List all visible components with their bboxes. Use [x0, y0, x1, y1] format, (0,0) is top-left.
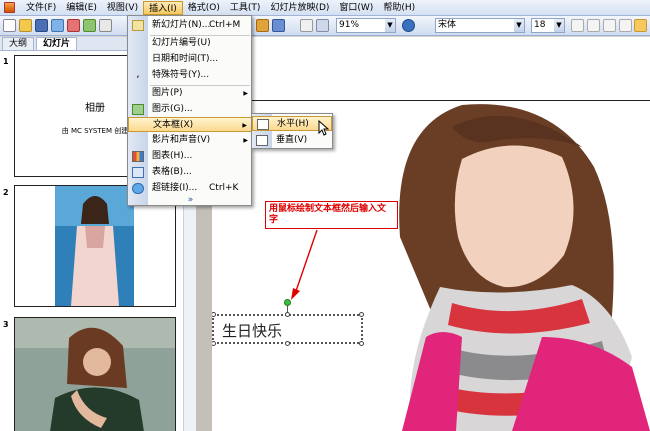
permission-icon[interactable]: [51, 19, 64, 32]
menu-item-label: 影片和声音(V): [152, 135, 211, 145]
new-slide-icon: [132, 20, 144, 31]
menu-item-label: 水平(H): [277, 119, 309, 129]
new-icon[interactable]: [3, 19, 16, 32]
open-icon[interactable]: [19, 19, 32, 32]
slide-number: 1: [3, 57, 9, 66]
menu-item-diagram[interactable]: 图示(G)...: [128, 102, 253, 117]
grid-icon[interactable]: [300, 19, 313, 32]
zoom-select[interactable]: 91% ▼: [336, 18, 396, 33]
textbox-text: 生日快乐: [222, 322, 283, 340]
menu-item-chart[interactable]: 图表(H)...: [128, 149, 253, 164]
zoom-value: 91%: [339, 20, 360, 30]
menu-item-table[interactable]: 表格(B)...: [128, 165, 253, 180]
preview-icon[interactable]: [99, 19, 112, 32]
slide-thumbnail-3[interactable]: [14, 317, 176, 431]
menu-file[interactable]: 文件(F): [21, 1, 61, 15]
slide-number: 3: [3, 320, 9, 329]
vertical-textbox-icon: [256, 135, 268, 146]
submenu-arrow-icon: ▶: [243, 90, 248, 97]
menu-item-symbol[interactable]: , 特殊符号(Y)...: [128, 68, 253, 83]
menu-item-shortcut: Ctrl+M: [209, 20, 241, 30]
menu-bar: 文件(F) 编辑(E) 视图(V) 插入(I) 格式(O) 工具(T) 幻灯片放…: [0, 0, 650, 16]
symbol-icon: ,: [136, 69, 140, 80]
menu-item-label: 文本框(X): [153, 120, 194, 130]
hyperlink-icon: [132, 183, 144, 194]
italic-icon[interactable]: [587, 19, 600, 32]
annotation-callout: 用鼠标绘制文本框然后输入文字: [265, 201, 398, 229]
insert-menu: 新幻灯片(N)... Ctrl+M 幻灯片编号(U) 日期和时间(T)... ,…: [127, 15, 253, 206]
menu-item-slide-number[interactable]: 幻灯片编号(U): [128, 36, 253, 51]
save-icon[interactable]: [35, 19, 48, 32]
bold-icon[interactable]: [571, 19, 584, 32]
align-left-icon[interactable]: [634, 19, 647, 32]
menu-item-label: 垂直(V): [276, 135, 308, 145]
font-size-value: 18: [534, 20, 546, 30]
chevron-down-icon: ▼: [514, 19, 524, 32]
font-name-select[interactable]: 宋体 ▼: [435, 18, 525, 33]
table-icon: [132, 167, 144, 178]
menu-item-label: 特殊符号(Y)...: [152, 70, 210, 80]
chevron-down-icon: ▼: [385, 19, 395, 32]
menu-item-label: 图示(G)...: [152, 104, 193, 114]
cursor-icon: [318, 120, 330, 136]
toolbar: 91% ▼ 宋体 ▼ 18 ▼: [0, 16, 650, 36]
chart-icon: [132, 151, 144, 162]
print-icon[interactable]: [83, 19, 96, 32]
slide-photo: [212, 37, 650, 431]
submenu-arrow-icon: ▶: [243, 137, 248, 144]
tab-slides[interactable]: 幻灯片: [36, 37, 78, 50]
color-icon[interactable]: [316, 19, 329, 32]
tab-outline[interactable]: 大纲: [2, 37, 35, 50]
menu-item-new-slide[interactable]: 新幻灯片(N)... Ctrl+M: [128, 18, 253, 33]
underline-icon[interactable]: [603, 19, 616, 32]
slide-number: 2: [3, 188, 9, 197]
resize-handle[interactable]: [359, 312, 364, 317]
menu-item-label: 新幻灯片(N)...: [152, 20, 211, 30]
menu-item-label: 超链接(I)...: [152, 183, 198, 193]
menu-slideshow[interactable]: 幻灯片放映(D): [265, 1, 334, 15]
powerpoint-icon: [4, 2, 15, 13]
resize-handle[interactable]: [285, 341, 290, 346]
menu-item-hyperlink[interactable]: 超链接(I)... Ctrl+K: [128, 181, 253, 196]
menu-format[interactable]: 格式(O): [183, 1, 225, 15]
menu-item-label: 图表(H)...: [152, 151, 193, 161]
font-name-value: 宋体: [438, 20, 457, 30]
menu-item-textbox[interactable]: 文本框(X) ▶: [128, 117, 253, 132]
textbox[interactable]: 生日快乐: [212, 314, 363, 344]
menu-insert[interactable]: 插入(I): [143, 0, 183, 15]
chart-icon[interactable]: [256, 19, 269, 32]
menu-item-movies-sounds[interactable]: 影片和声音(V) ▶: [128, 133, 253, 148]
menu-window[interactable]: 窗口(W): [334, 1, 378, 15]
menu-item-label: 表格(B)...: [152, 167, 192, 177]
menu-item-label: 图片(P): [152, 88, 183, 98]
email-icon[interactable]: [67, 19, 80, 32]
menu-item-label: 日期和时间(T)...: [152, 54, 219, 64]
diagram-icon: [132, 104, 144, 115]
help-icon[interactable]: [402, 19, 415, 32]
arrow-icon: [291, 229, 318, 300]
table-icon[interactable]: [272, 19, 285, 32]
menu-tools[interactable]: 工具(T): [225, 1, 266, 15]
font-size-select[interactable]: 18 ▼: [531, 18, 565, 33]
chevron-down-icon: ▼: [554, 19, 564, 32]
photo-thumbnail: [15, 318, 175, 431]
resize-handle[interactable]: [359, 341, 364, 346]
submenu-arrow-icon: ▶: [242, 122, 247, 129]
slide-canvas[interactable]: 生日快乐: [212, 37, 650, 431]
menu-view[interactable]: 视图(V): [102, 1, 143, 15]
resize-handle[interactable]: [285, 312, 290, 317]
shadow-icon[interactable]: [619, 19, 632, 32]
menu-item-label: 幻灯片编号(U): [152, 38, 211, 48]
menu-item-shortcut: Ctrl+K: [209, 183, 239, 193]
expand-menu-icon[interactable]: »: [128, 195, 253, 206]
menu-item-picture[interactable]: 图片(P) ▶: [128, 86, 253, 101]
horizontal-textbox-icon: [257, 119, 269, 130]
menu-edit[interactable]: 编辑(E): [61, 1, 102, 15]
menu-item-date-time[interactable]: 日期和时间(T)...: [128, 52, 253, 67]
menu-help[interactable]: 帮助(H): [378, 1, 420, 15]
